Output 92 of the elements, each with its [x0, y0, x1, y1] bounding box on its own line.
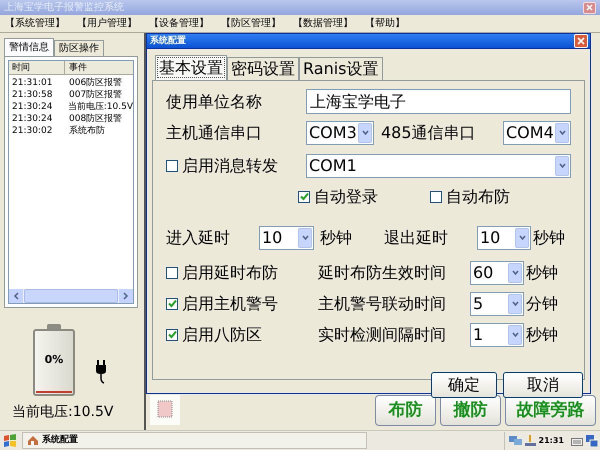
dropdown[interactable]: COM3	[306, 120, 374, 144]
menu-item[interactable]: 【设备管理】	[149, 18, 209, 28]
checkbox-label: 自动登录	[314, 188, 378, 204]
check-icon	[168, 299, 176, 308]
input-field[interactable]: 上海宝学电子	[306, 89, 571, 114]
table-cell-text: 当前电压:10.5V	[66, 102, 133, 112]
panel-tab[interactable]: 警情信息	[4, 38, 54, 56]
field-label: 退出延时	[384, 230, 449, 246]
clock: 21:31	[538, 436, 564, 444]
settings-tab[interactable]: 密码设置	[227, 57, 299, 80]
menu-item[interactable]: 【数据管理】	[293, 18, 353, 28]
chevron-down-icon	[362, 130, 368, 135]
chevron-down-icon	[512, 270, 518, 275]
windows-icon	[586, 434, 598, 446]
field-label: 实时检测间隔时间	[318, 326, 447, 342]
action-button[interactable]: 撤防	[440, 395, 501, 426]
checkbox[interactable]	[298, 190, 310, 202]
field-label: 秒钟	[319, 230, 353, 246]
column-header[interactable]: 时间	[9, 61, 65, 74]
column-header[interactable]: 事件	[65, 61, 133, 74]
dropdown[interactable]: COM1	[306, 154, 571, 178]
menu-item[interactable]: 【用户管理】	[77, 18, 137, 28]
checkbox[interactable]	[166, 328, 178, 340]
chevron-down-icon	[512, 332, 518, 337]
menu-item[interactable]: 【防区管理】	[221, 18, 281, 28]
checkbox[interactable]	[430, 190, 442, 202]
scrollbar[interactable]	[9, 289, 133, 303]
settings-tab[interactable]: 基本设置	[155, 55, 227, 80]
table-cell-text: 21:30:24	[11, 114, 54, 124]
menu-item[interactable]: 【帮助】	[365, 18, 405, 28]
checkbox[interactable]	[166, 160, 178, 172]
dropdown[interactable]: 10	[477, 226, 531, 250]
field-label: 主机警号联动时间	[318, 296, 447, 312]
close-button[interactable]	[574, 34, 588, 48]
table-cell-text: 007防区报警	[68, 90, 124, 100]
menu-item[interactable]: 【系统管理】	[5, 18, 65, 28]
chevron-down-icon	[558, 163, 566, 168]
check-icon	[168, 330, 176, 339]
house-icon	[27, 435, 39, 446]
keyboard-icon	[571, 435, 583, 446]
voltage-label: 当前电压:10.5V	[11, 405, 114, 419]
device-icon	[150, 395, 180, 425]
chevron-down-icon	[518, 235, 526, 240]
table-cell-text: 21:30:24	[11, 102, 54, 112]
table-cell-text: 系统布防	[68, 126, 106, 136]
panel-tab[interactable]: 防区操作	[54, 40, 104, 56]
checkbox-label: 自动布防	[446, 188, 510, 204]
checkbox-label: 启用主机警号	[182, 296, 278, 312]
checkbox-label: 启用消息转发	[182, 158, 278, 174]
dropdown[interactable]: 10	[259, 226, 314, 250]
network-icon	[508, 435, 522, 446]
field-label: 进入延时	[166, 230, 231, 246]
chevron-down-icon	[558, 130, 566, 135]
battery-reading: 0%	[44, 354, 64, 365]
field-label: 485通信串口	[380, 124, 477, 140]
field-label: 主机通信串口	[166, 124, 263, 140]
dropdown[interactable]: 60	[470, 260, 524, 284]
table-cell-text: 21:31:01	[11, 78, 54, 88]
scrollbar-thumb[interactable]	[24, 289, 118, 303]
check-icon	[300, 192, 308, 201]
action-button[interactable]: 故障旁路	[505, 395, 596, 426]
window-title: 上海宝学电子报警监控系统	[4, 2, 124, 12]
checkbox-label: 启用延时布防	[182, 264, 278, 280]
chevron-down-icon	[512, 301, 518, 306]
close-button[interactable]	[583, 2, 596, 14]
field-label: 秒钟	[525, 326, 558, 342]
table-cell-text: 006防区报警	[68, 78, 124, 88]
taskbar-item[interactable]: 系统配置	[22, 432, 367, 449]
table-cell-text: 21:30:02	[11, 126, 54, 136]
dialog-button[interactable]: 取消	[503, 372, 583, 398]
power-plug-icon	[95, 360, 107, 384]
close-icon	[577, 37, 585, 45]
dropdown[interactable]: 5	[470, 292, 524, 316]
field-label: 延时布防生效时间	[318, 264, 447, 280]
chevron-down-icon	[302, 235, 308, 240]
table-cell-text: 21:30:58	[11, 90, 54, 100]
windows-logo-icon	[3, 434, 17, 448]
field-label: 秒钟	[525, 264, 558, 280]
checkbox[interactable]	[166, 266, 178, 278]
dialog-title: 系统配置	[150, 36, 186, 46]
field-label: 分钟	[525, 296, 558, 312]
table-cell-text: 008防区报警	[68, 114, 124, 124]
action-button[interactable]: 布防	[375, 395, 436, 426]
checkbox-label: 启用八防区	[182, 326, 262, 342]
checkbox[interactable]	[166, 298, 178, 310]
dropdown[interactable]: COM4	[503, 120, 571, 144]
field-label: 使用单位名称	[166, 94, 263, 110]
dialog-button[interactable]: 确定	[431, 372, 497, 398]
field-label: 秒钟	[532, 230, 565, 246]
dropdown[interactable]: 1	[470, 322, 524, 346]
close-icon	[586, 4, 593, 11]
settings-tab[interactable]: Ranis设置	[299, 57, 382, 80]
